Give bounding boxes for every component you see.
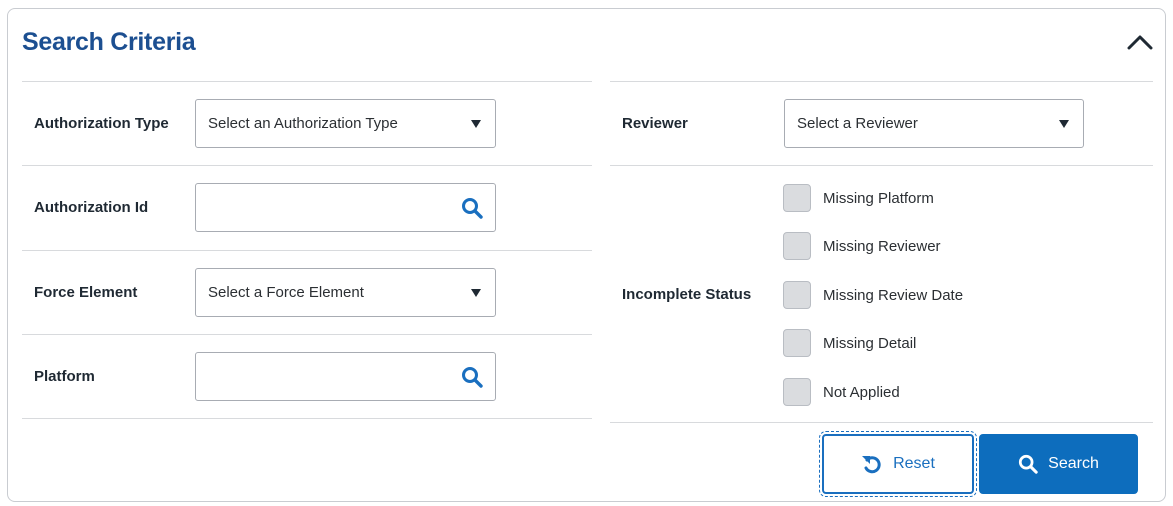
- missing-detail-checkbox[interactable]: [783, 329, 811, 357]
- dropdown-caret-icon: [1059, 119, 1069, 128]
- checkbox-label: Not Applied: [823, 383, 900, 401]
- undo-icon: [862, 456, 881, 474]
- missing-platform-option[interactable]: Missing Platform: [783, 184, 934, 212]
- divider: [22, 334, 592, 335]
- force-element-value: Select a Force Element: [208, 284, 364, 301]
- reviewer-select[interactable]: Select a Reviewer: [784, 99, 1084, 148]
- authorization-type-value: Select an Authorization Type: [208, 115, 398, 132]
- divider: [610, 165, 1153, 166]
- platform-label: Platform: [34, 368, 95, 385]
- search-button[interactable]: Search: [979, 434, 1138, 494]
- dropdown-caret-icon: [471, 119, 481, 128]
- chevron-up-icon: [1127, 35, 1153, 50]
- checkbox-label: Missing Platform: [823, 189, 934, 207]
- divider: [22, 418, 592, 419]
- force-element-label: Force Element: [34, 284, 138, 301]
- divider: [610, 422, 1153, 423]
- not-applied-checkbox[interactable]: [783, 378, 811, 406]
- search-icon[interactable]: [461, 197, 483, 219]
- authorization-type-label: Authorization Type: [34, 115, 169, 132]
- authorization-type-select[interactable]: Select an Authorization Type: [195, 99, 496, 148]
- missing-detail-option[interactable]: Missing Detail: [783, 329, 916, 357]
- reviewer-value: Select a Reviewer: [797, 115, 918, 132]
- force-element-select[interactable]: Select a Force Element: [195, 268, 496, 317]
- divider: [610, 81, 1153, 82]
- dropdown-caret-icon: [471, 288, 481, 297]
- divider: [22, 250, 592, 251]
- not-applied-option[interactable]: Not Applied: [783, 378, 900, 406]
- missing-platform-checkbox[interactable]: [783, 184, 811, 212]
- incomplete-status-label: Incomplete Status: [622, 286, 752, 303]
- collapse-button[interactable]: [1122, 28, 1158, 56]
- missing-reviewer-option[interactable]: Missing Reviewer: [783, 232, 941, 260]
- reset-button[interactable]: Reset: [819, 431, 977, 497]
- search-criteria-panel: [7, 8, 1166, 502]
- missing-reviewer-checkbox[interactable]: [783, 232, 811, 260]
- checkbox-label: Missing Review Date: [823, 286, 964, 304]
- divider: [22, 81, 592, 82]
- authorization-id-input[interactable]: [195, 183, 496, 232]
- search-icon[interactable]: [461, 366, 483, 388]
- authorization-id-label: Authorization Id: [34, 199, 149, 216]
- reviewer-label: Reviewer: [622, 115, 688, 132]
- reset-label: Reset: [893, 455, 935, 472]
- checkbox-label: Missing Detail: [823, 334, 917, 352]
- search-label: Search: [1048, 455, 1099, 472]
- missing-review-date-checkbox[interactable]: [783, 281, 811, 309]
- search-icon: [1019, 454, 1038, 474]
- panel-title: Search Criteria: [22, 28, 196, 56]
- divider: [22, 165, 592, 166]
- checkbox-label: Missing Reviewer: [823, 237, 941, 255]
- platform-input[interactable]: [195, 352, 496, 401]
- missing-review-date-option[interactable]: Missing Review Date: [783, 281, 963, 309]
